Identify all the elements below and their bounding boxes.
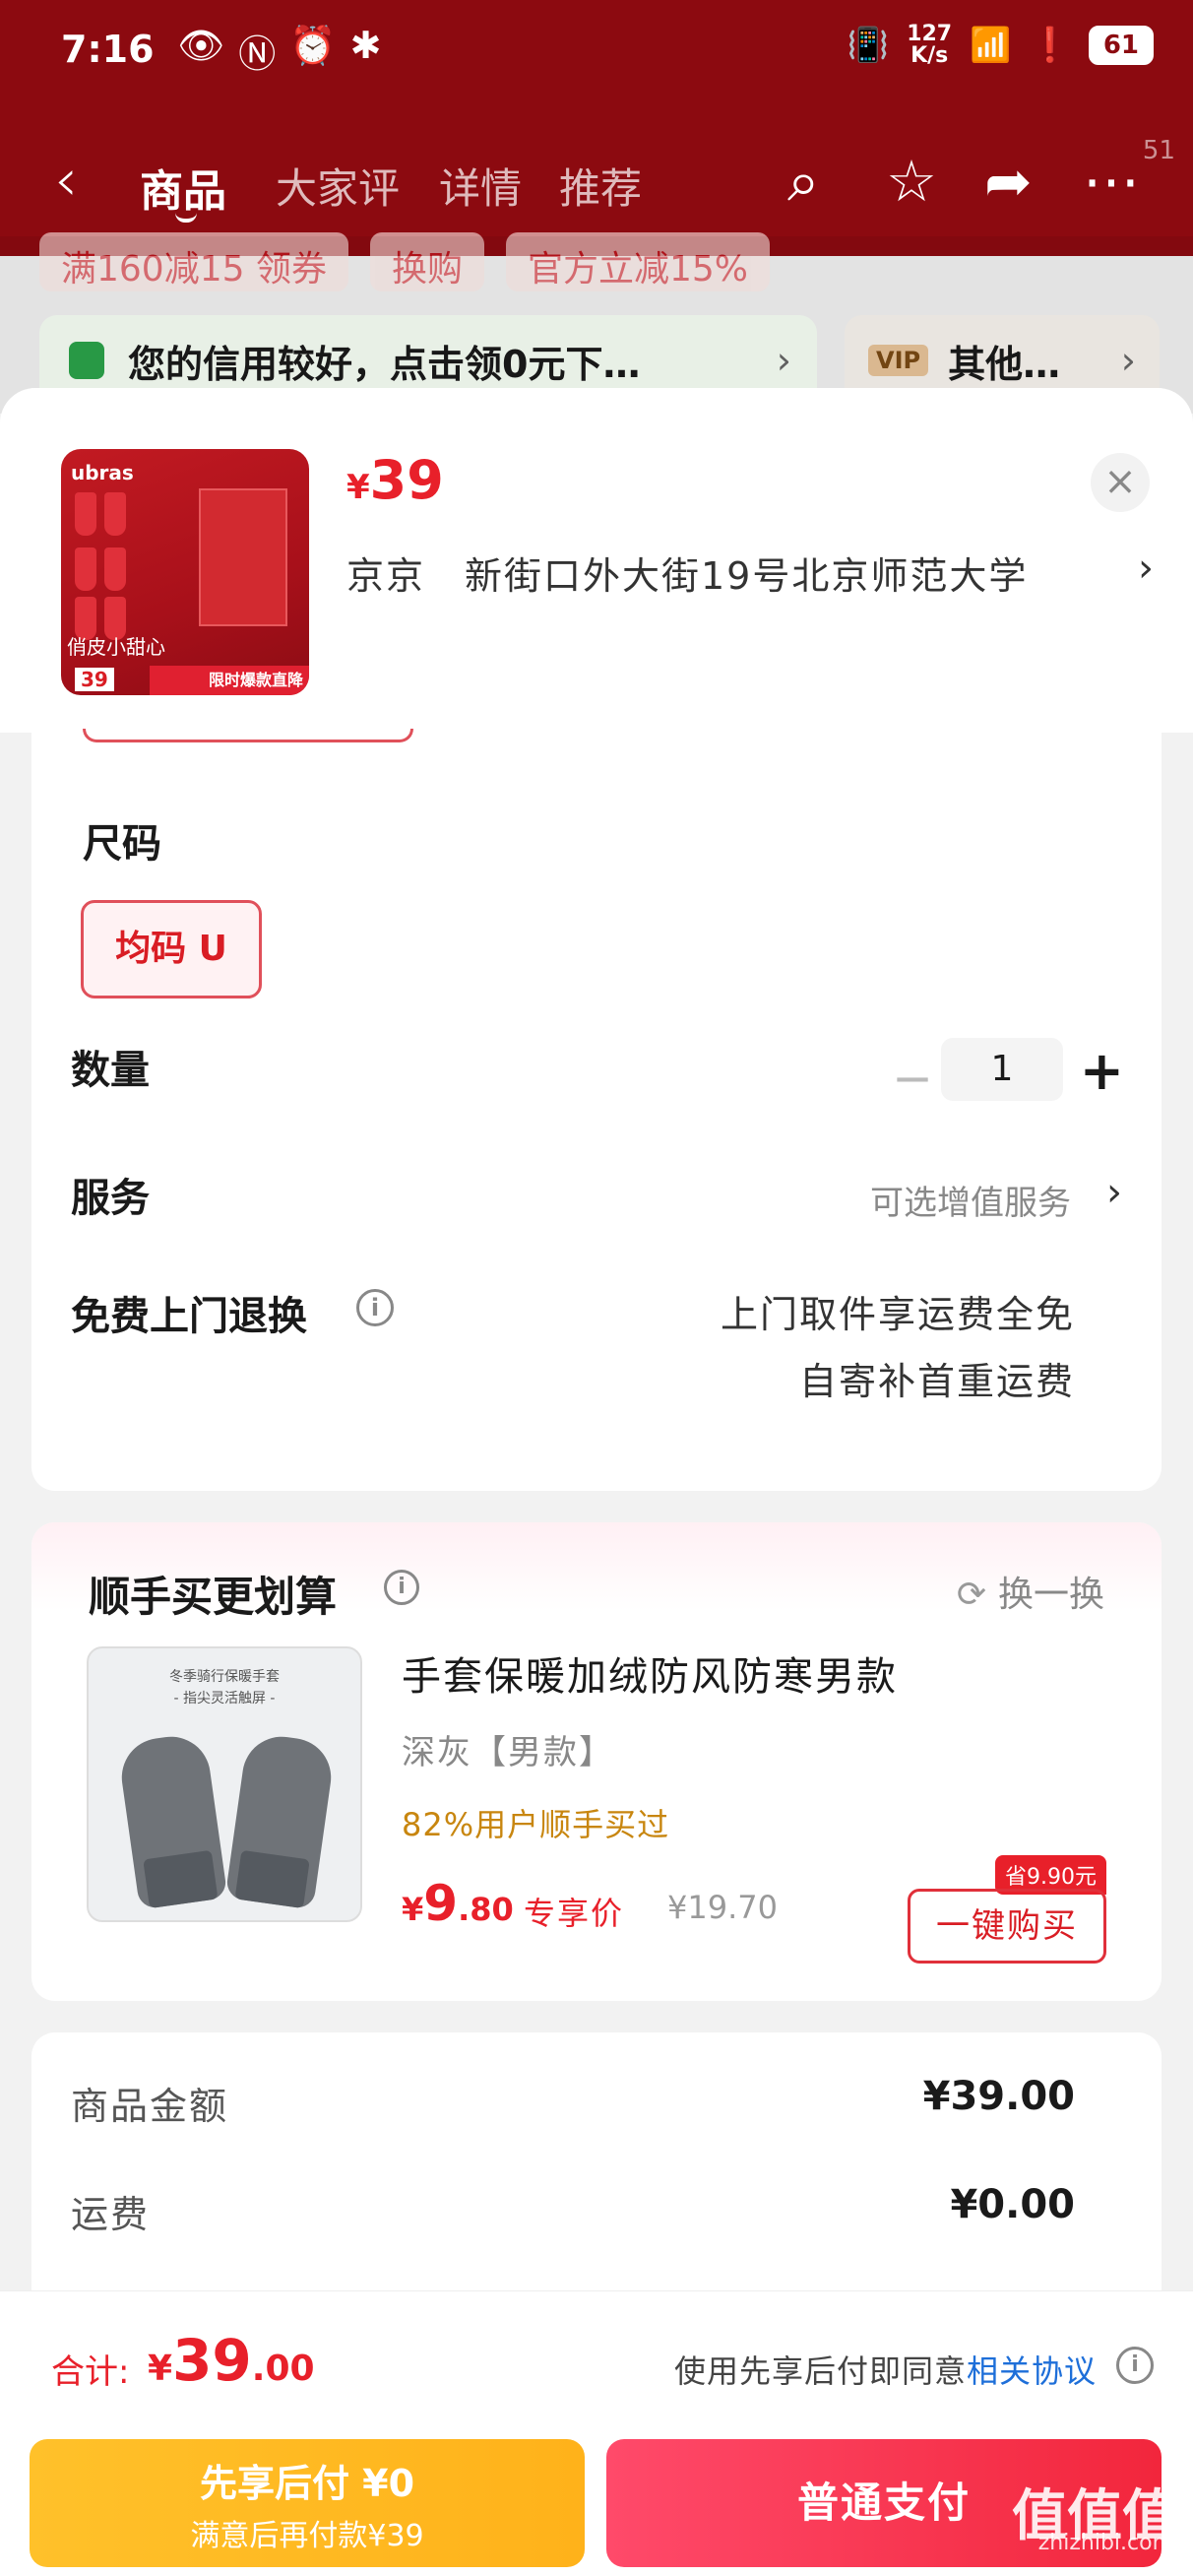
info-icon[interactable]: i — [384, 1570, 419, 1605]
size-title: 尺码 — [83, 821, 161, 867]
tab-details[interactable]: 详情 — [439, 156, 522, 216]
quantity-input[interactable]: 1 — [941, 1038, 1063, 1101]
wifi-icon: 📶 — [970, 26, 1012, 65]
pay-later-subtitle: 满意后再付款¥39 — [190, 2519, 424, 2553]
glove-product-image[interactable]: 冬季骑行保暖手套 - 指尖灵活触屏 - — [87, 1646, 362, 1922]
vibrate-icon: 📳 — [847, 26, 890, 65]
status-notification-icons: 👁 Ⓝ ⏰ ✱ — [177, 24, 381, 78]
currency-symbol: ¥ — [402, 1891, 424, 1928]
active-tab-indicator — [175, 213, 197, 223]
quantity-increment-button[interactable]: + — [1080, 1040, 1124, 1102]
more-icon[interactable]: ⋯ — [1083, 148, 1140, 215]
thumbnail-price: 39 — [75, 668, 114, 691]
tab-product[interactable]: 商品 — [140, 156, 226, 219]
delivery-address[interactable]: 京京 新街口外大街19号北京师范大学 — [346, 546, 1028, 600]
spec-card: 尺码 均码 U 数量 − 1 + 服务 可选增值服务 › 免费上门退换 i 上门… — [31, 729, 1162, 1491]
battery-indicator: 61 — [1088, 26, 1154, 65]
chevron-right-icon[interactable]: › — [1138, 546, 1154, 591]
free-return-label: 免费上门退换 — [71, 1294, 307, 1339]
summary-goods-label: 商品金额 — [71, 2085, 229, 2128]
bundle-price: ¥9.80 — [402, 1875, 514, 1932]
chevron-right-icon[interactable]: › — [1106, 1170, 1122, 1215]
network-speed: 127 K/s — [907, 24, 952, 67]
swap-label: 换一换 — [997, 1575, 1104, 1615]
quantity-decrement-button[interactable]: − — [892, 1050, 933, 1107]
summary-shipping-value: ¥0.00 — [950, 2182, 1075, 2227]
original-price: ¥19.70 — [667, 1889, 778, 1926]
search-icon[interactable]: ⌕ — [787, 148, 819, 216]
glove-graphic — [224, 1731, 337, 1910]
size-option-selected[interactable]: 均码 U — [81, 900, 262, 998]
thumbnail-strip: 限时爆款直降 — [150, 666, 309, 695]
info-icon[interactable]: i — [1116, 2347, 1154, 2384]
quantity-label: 数量 — [71, 1048, 150, 1093]
price-value: 39 — [369, 449, 444, 511]
watermark-text: zhizhibi.com — [1037, 2531, 1173, 2555]
summary-shipping-label: 运费 — [71, 2193, 151, 2236]
info-icon[interactable]: i — [356, 1289, 394, 1326]
close-icon[interactable]: × — [1091, 453, 1150, 512]
pay-later-title: 先享后付 ¥0 — [199, 2462, 415, 2505]
glove-image-caption: 冬季骑行保暖手套 — [169, 1669, 280, 1685]
status-system-icons: 📳 127 K/s 📶 ❗ 61 — [848, 24, 1154, 67]
alarm-icon: ⏰ — [289, 24, 337, 67]
exclusive-price-tag: 专享价 — [524, 1895, 625, 1932]
bundle-product-name[interactable]: 手套保暖加绒防风防寒男款 — [402, 1644, 898, 1702]
bluetooth-icon: ✱ — [349, 24, 382, 67]
service-hint[interactable]: 可选增值服务 — [870, 1176, 1071, 1224]
swap-button[interactable]: ⟳ 换一换 — [957, 1566, 1104, 1617]
summary-goods-value: ¥39.00 — [922, 2074, 1075, 2119]
total-label: 合计: — [51, 2352, 130, 2392]
network-speed-unit: K/s — [910, 43, 949, 68]
bundle-variant: 深灰【男款】 — [402, 1733, 614, 1772]
agreement-link[interactable]: 相关协议 — [967, 2352, 1097, 2390]
product-thumbnail[interactable]: ubras 俏皮小甜心 限时爆款直降 39 — [61, 449, 309, 695]
gift-box-graphic — [199, 488, 287, 626]
status-time: 7:16 — [61, 28, 155, 71]
bundle-title: 顺手买更划算 — [89, 1573, 338, 1621]
currency-symbol: ¥ — [148, 2349, 173, 2389]
sheet-product-header: ubras 俏皮小甜心 限时爆款直降 39 ¥39 京京 新街口外大街19号北京… — [0, 388, 1193, 733]
agreement-prefix: 使用先享后付即同意 — [673, 2352, 967, 2390]
bundle-card: 顺手买更划算 i ⟳ 换一换 冬季骑行保暖手套 - 指尖灵活触屏 - 手套保暖加绒… — [31, 1522, 1162, 2001]
agreement-text: 使用先享后付即同意相关协议 — [674, 2347, 1097, 2392]
thumbnail-brand: ubras — [71, 461, 134, 484]
sock-graphic — [75, 547, 96, 591]
glove-image-caption-sub: - 指尖灵活触屏 - — [173, 1691, 276, 1707]
sock-graphic — [75, 492, 96, 536]
total-integer: 39 — [172, 2327, 252, 2394]
favorite-star-icon[interactable]: ☆ — [886, 148, 937, 215]
sock-graphic — [104, 492, 126, 536]
glove-graphic — [116, 1731, 228, 1910]
thumbnail-label: 俏皮小甜心 — [67, 635, 165, 659]
status-bar: 7:16 👁 Ⓝ ⏰ ✱ 📳 127 K/s 📶 ❗ 61 — [0, 0, 1193, 108]
total-decimal: .00 — [251, 2349, 315, 2389]
selected-price: ¥39 — [346, 449, 444, 511]
refresh-icon: ⟳ — [956, 1575, 986, 1615]
one-click-buy-button[interactable]: 一键购买 — [908, 1889, 1106, 1964]
share-icon[interactable]: ➦ — [984, 148, 1033, 215]
product-nav: ‹ 商品 大家评 详情 推荐 ⌕ ☆ ➦ ⋯ 51 — [0, 136, 1193, 236]
nfc-icon: Ⓝ — [238, 32, 277, 76]
tab-recommend[interactable]: 推荐 — [559, 156, 642, 216]
return-line-self-send: 自寄补首重运费 — [798, 1360, 1075, 1403]
currency-symbol: ¥ — [346, 468, 370, 507]
purchase-sheet: ubras 俏皮小甜心 限时爆款直降 39 ¥39 京京 新街口外大街19号北京… — [0, 388, 1193, 2576]
price-decimal: .80 — [458, 1891, 514, 1928]
eye-icon: 👁 — [177, 24, 225, 67]
price-integer: 9 — [423, 1875, 459, 1932]
pay-later-button[interactable]: 先享后付 ¥0 满意后再付款¥39 — [30, 2439, 585, 2567]
return-line-pickup: 上门取件享运费全免 — [720, 1293, 1075, 1336]
alert-icon: ❗ — [1029, 26, 1071, 65]
tab-reviews[interactable]: 大家评 — [276, 156, 400, 216]
service-label: 服务 — [71, 1176, 150, 1221]
more-badge: 51 — [1142, 136, 1175, 165]
dim-overlay — [0, 236, 1193, 414]
previous-option-edge — [83, 729, 413, 742]
total-price: ¥39.00 — [148, 2327, 315, 2394]
sock-graphic — [104, 547, 126, 591]
back-arrow-icon[interactable]: ‹ — [54, 146, 78, 215]
bundle-social-proof: 82%用户顺手买过 — [402, 1806, 670, 1843]
